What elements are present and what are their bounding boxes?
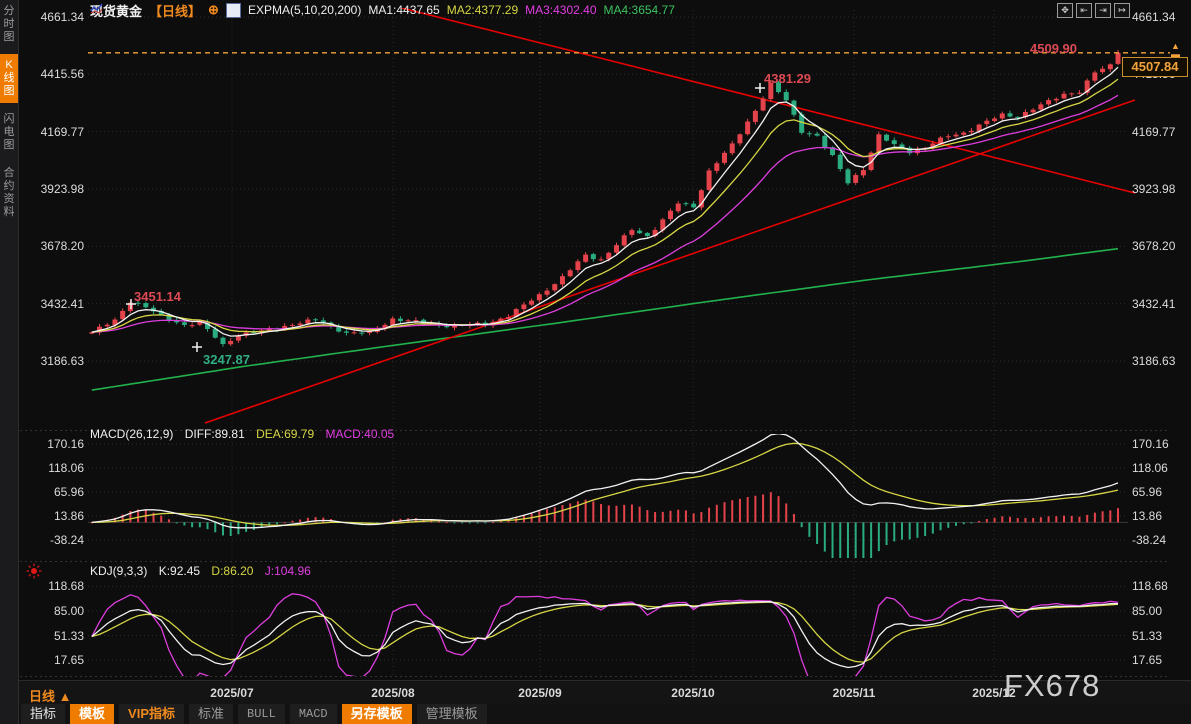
toolbar-tab[interactable]: 管理模板 xyxy=(417,704,487,724)
axis-label: 4661.34 xyxy=(1132,10,1191,24)
toolbar-tab[interactable]: 模板 xyxy=(70,704,114,724)
macd-dea-value: DEA:69.79 xyxy=(256,427,314,441)
price-up-arrow-icon: ▲▬ xyxy=(1171,42,1180,58)
toolbar-tab[interactable]: 指标 xyxy=(21,704,65,724)
axis-label: 3678.20 xyxy=(1132,239,1191,253)
axis-label: 3678.20 xyxy=(22,239,84,253)
axis-label: 170.16 xyxy=(22,437,84,451)
axis-label: 65.96 xyxy=(22,485,84,499)
watermark: FX678 xyxy=(1004,668,1100,704)
add-compare-icon[interactable]: ⊕ xyxy=(208,2,219,18)
axis-label: 118.06 xyxy=(22,461,84,475)
axis-label: 3186.63 xyxy=(22,354,84,368)
sidebar-tab-3[interactable]: 闪 电 图 xyxy=(0,108,18,157)
macd-header: MACD(26,12,9) DIFF:89.81 DEA:69.79 MACD:… xyxy=(90,427,402,441)
date-label: 2025/07 xyxy=(210,686,253,700)
kdj-name[interactable]: KDJ(9,3,3) xyxy=(90,564,147,578)
axis-label: 4415.56 xyxy=(22,67,84,81)
axis-label: -38.24 xyxy=(1132,533,1191,547)
date-label: 2025/10 xyxy=(671,686,714,700)
sidebar-tab-4[interactable]: 合 约 资 料 xyxy=(0,162,18,224)
chart-toolbar: ✥⇤⇥↦ xyxy=(1057,3,1130,18)
kdj-k-value: K:92.45 xyxy=(159,564,200,578)
peak-price-label: 4381.29 xyxy=(764,71,811,86)
axis-label: 3432.41 xyxy=(1132,297,1191,311)
axis-label: 65.96 xyxy=(1132,485,1191,499)
macd-value: MACD:40.05 xyxy=(325,427,394,441)
kdj-d-value: D:86.20 xyxy=(211,564,253,578)
zoom-out-icon[interactable]: ⇤ xyxy=(1076,3,1092,18)
ma2-value: MA2:4377.29 xyxy=(447,3,518,17)
period-selector[interactable]: 日线 ▲ xyxy=(29,686,71,705)
macd-name[interactable]: MACD(26,12,9) xyxy=(90,427,173,441)
indicator-name[interactable]: EXPMA(5,10,20,200) xyxy=(248,3,361,17)
axis-label: 4169.77 xyxy=(1132,125,1191,139)
sidebar-tab-2[interactable]: K 线 图 xyxy=(0,54,18,103)
axis-label: 170.16 xyxy=(1132,437,1191,451)
session-high-label: 4509.90 xyxy=(1030,41,1077,56)
ma3-value: MA3:4302.40 xyxy=(525,3,596,17)
axis-label: 13.86 xyxy=(22,509,84,523)
toolbar-tab[interactable]: VIP指标 xyxy=(119,704,184,724)
kdj-j-value: J:104.96 xyxy=(265,564,311,578)
indicator-chart-icon xyxy=(226,3,241,18)
bottom-toolbar: 指标模板VIP指标标准BULLMACD另存模板管理模板 xyxy=(19,704,1191,724)
toolbar-tab[interactable]: BULL xyxy=(238,704,285,724)
trading-app-window: 分 时 图 K 线 图闪 电 图合 约 资 料 现货黄金 【日线】 ⊕ EXPMA… xyxy=(0,0,1191,724)
axis-label: 118.68 xyxy=(1132,579,1191,593)
june-high-label: 3451.14 xyxy=(134,289,181,304)
date-label: 2025/08 xyxy=(371,686,414,700)
axis-label: 3432.41 xyxy=(22,297,84,311)
chart-canvas[interactable] xyxy=(0,0,1191,724)
toolbar-tab[interactable]: 标准 xyxy=(189,704,233,724)
toolbar-tab[interactable]: MACD xyxy=(290,704,337,724)
sidebar: 分 时 图 K 线 图闪 电 图合 约 资 料 xyxy=(0,0,19,724)
axis-label: -38.24 xyxy=(22,533,84,547)
sidebar-tab-1[interactable]: 分 时 图 xyxy=(0,0,18,49)
date-label: 2025/11 xyxy=(833,686,876,700)
axis-label: 118.06 xyxy=(1132,461,1191,475)
chart-header: 现货黄金 【日线】 ⊕ EXPMA(5,10,20,200) MA1:4437.… xyxy=(90,2,675,18)
axis-label: 13.86 xyxy=(1132,509,1191,523)
period-badge[interactable]: 【日线】 xyxy=(149,1,201,20)
date-label: 2025/09 xyxy=(518,686,561,700)
axis-label: 4661.34 xyxy=(22,10,84,24)
axis-label: 85.00 xyxy=(22,604,84,618)
axis-label: 118.68 xyxy=(22,579,84,593)
kdj-header: KDJ(9,3,3) K:92.45 D:86.20 J:104.96 xyxy=(90,564,319,578)
june-low-label: 3247.87 xyxy=(203,352,250,367)
axis-label: 4169.77 xyxy=(22,125,84,139)
axis-label: 3923.98 xyxy=(22,182,84,196)
toolbar-tab[interactable]: 另存模板 xyxy=(342,704,412,724)
move-chart-icon[interactable]: ✥ xyxy=(1057,3,1073,18)
axis-label: 85.00 xyxy=(1132,604,1191,618)
axis-label: 51.33 xyxy=(22,629,84,643)
axis-label: 3186.63 xyxy=(1132,354,1191,368)
last-price-tag: 4507.84 xyxy=(1122,57,1188,77)
macd-diff-value: DIFF:89.81 xyxy=(185,427,245,441)
axis-label: 17.65 xyxy=(22,653,84,667)
axis-label: 17.65 xyxy=(1132,653,1191,667)
ma1-value: MA1:4437.65 xyxy=(368,3,439,17)
zoom-in-icon[interactable]: ⇥ xyxy=(1095,3,1111,18)
axis-label: 3923.98 xyxy=(1132,182,1191,196)
pan-right-icon[interactable]: ↦ xyxy=(1114,3,1130,18)
axis-label: 51.33 xyxy=(1132,629,1191,643)
ma4-value: MA4:3654.77 xyxy=(604,3,675,17)
